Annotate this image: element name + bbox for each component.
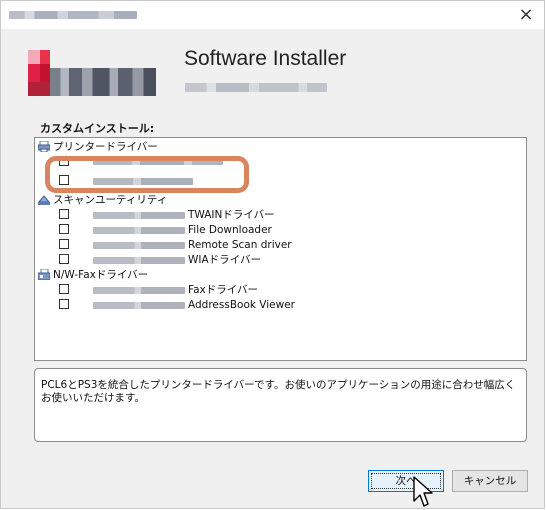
section-title: カスタムインストール: (40, 122, 155, 135)
checkbox-wia[interactable] (59, 254, 69, 264)
downloader-prefix-redacted (93, 227, 185, 234)
subtitle-redacted (185, 83, 327, 92)
item-label-fax-driver: Faxドライバー (188, 284, 259, 296)
mouse-pointer-icon (413, 476, 433, 507)
item-label-wia: WIAドライバー (188, 254, 261, 266)
fax-driver-prefix-redacted (93, 287, 185, 294)
checkbox-addressbook[interactable] (59, 299, 69, 309)
cancel-button[interactable]: キャンセル (452, 470, 528, 492)
printer-icon (38, 141, 50, 152)
checkbox-file-downloader[interactable] (59, 224, 69, 234)
title-bar: × (1, 1, 544, 29)
installer-title: Software Installer (184, 47, 347, 70)
item-label-addressbook: AddressBook Viewer (188, 299, 295, 311)
item-label-file-downloader: File Downloader (188, 224, 272, 236)
installer-window: × Software Installer カスタムインストール: プリンタードラ… (0, 0, 545, 509)
checkbox-remote-scan[interactable] (59, 239, 69, 249)
twain-prefix-redacted (93, 212, 185, 219)
remote-scan-prefix-redacted (93, 242, 185, 249)
wia-prefix-redacted (93, 257, 185, 264)
checkbox-twain[interactable] (59, 209, 69, 219)
addressbook-prefix-redacted (93, 302, 185, 309)
group-label-printer: プリンタードライバー (53, 141, 158, 153)
description-box: PCL6とPS3を統合したプリンタードライバーです。お使いのアプリケーションの用… (34, 368, 527, 442)
item-label-twain: TWAINドライバー (188, 209, 275, 221)
window-title-redacted (9, 11, 137, 19)
highlight-annotation (45, 156, 249, 193)
item-label-remote-scan: Remote Scan driver (188, 239, 292, 251)
checkbox-fax-driver[interactable] (59, 284, 69, 294)
close-icon[interactable]: × (514, 3, 538, 27)
brand-logo (28, 50, 156, 96)
fax-icon (38, 269, 50, 280)
group-label-scan: スキャンユーティリティ (53, 194, 168, 206)
scanner-icon (38, 195, 50, 205)
group-label-fax: N/W-Faxドライバー (53, 269, 149, 281)
